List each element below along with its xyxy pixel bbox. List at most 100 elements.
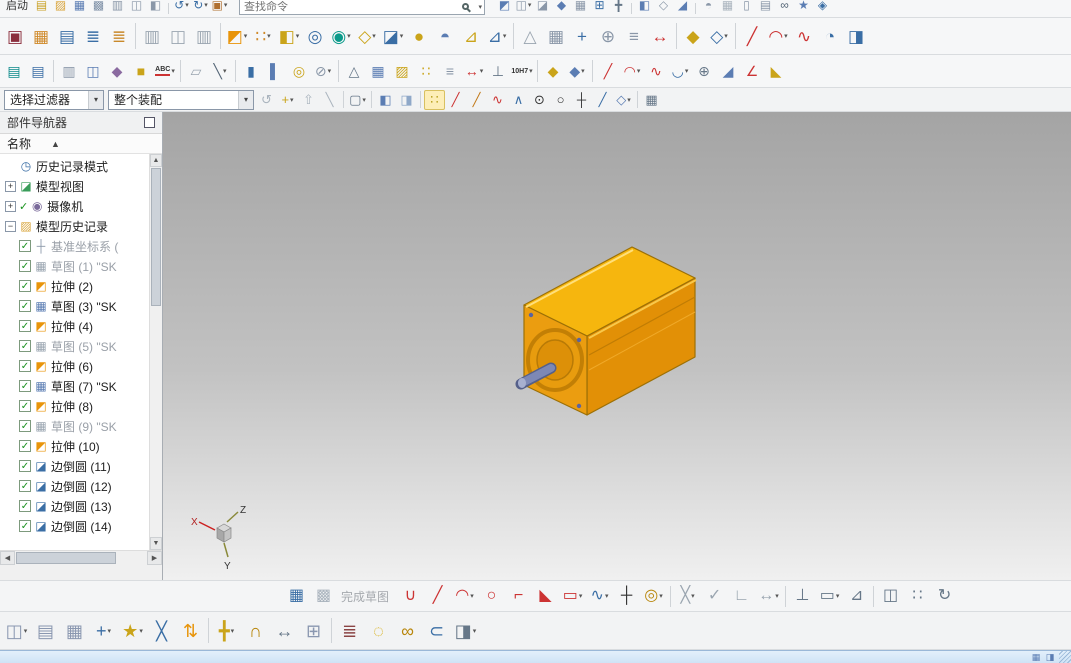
polyline-icon[interactable]: ∿: [644, 59, 668, 83]
cylinder-icon[interactable]: ●: [406, 23, 432, 49]
feature-checkbox[interactable]: [19, 460, 31, 472]
plane-gray-icon[interactable]: ▱: [184, 59, 208, 83]
layers-gold-icon[interactable]: ≣: [106, 23, 132, 49]
name-column-label[interactable]: 名称: [7, 135, 31, 152]
chevron-down-icon[interactable]: [685, 67, 689, 75]
feature-checkbox[interactable]: [19, 520, 31, 532]
tree-item-cameras[interactable]: + ◉ 摄像机: [3, 196, 149, 216]
motor-model[interactable]: [515, 246, 697, 416]
surface-blue-icon[interactable]: ◨: [843, 23, 869, 49]
spline-curve-icon[interactable]: ∿: [791, 23, 817, 49]
chevron-down-icon[interactable]: [503, 32, 507, 40]
gold-box-icon[interactable]: ■: [129, 59, 153, 83]
paste-icon[interactable]: ◧: [146, 0, 165, 15]
gears-icon[interactable]: ∷: [414, 59, 438, 83]
refresh-selection-icon[interactable]: ↺: [256, 90, 277, 110]
feature-checkbox[interactable]: [19, 440, 31, 452]
tree-item-sketch-1[interactable]: ▦ 草图 (1) "SK: [3, 256, 149, 276]
marquee-select-icon[interactable]: ▢: [347, 90, 368, 110]
feature-checkbox[interactable]: [19, 400, 31, 412]
find-component-icon[interactable]: ▦: [60, 616, 89, 646]
translucent-cube-icon[interactable]: ◨: [396, 90, 417, 110]
window-icon[interactable]: ◫: [514, 0, 533, 15]
rib-icon[interactable]: ⊿: [458, 23, 484, 49]
notes-icon[interactable]: ▤: [756, 0, 775, 15]
measure-distance-icon[interactable]: ↔: [647, 23, 673, 49]
chevron-down-icon[interactable]: [480, 67, 484, 75]
preferences-icon[interactable]: ★: [794, 0, 813, 15]
emboss-icon[interactable]: ⊕: [595, 23, 621, 49]
chevron-down-icon[interactable]: [637, 67, 641, 75]
chevron-down-icon[interactable]: [108, 627, 112, 635]
chevron-down-icon[interactable]: [204, 1, 208, 9]
horizontal-scrollbar[interactable]: ◀ ▶: [0, 550, 162, 565]
feature-checkbox[interactable]: [19, 500, 31, 512]
feature-checkbox[interactable]: [19, 340, 31, 352]
macro-film-icon[interactable]: ▥: [139, 23, 165, 49]
snap-arc-center-icon[interactable]: ⊙: [529, 90, 550, 110]
feature-checkbox[interactable]: [19, 240, 31, 252]
tree-item-sketch-5[interactable]: ▦ 草图 (5) "SK: [3, 336, 149, 356]
wave-geometry-icon[interactable]: ◫: [81, 59, 105, 83]
help-icon[interactable]: ◈: [813, 0, 832, 15]
chevron-down-icon[interactable]: [775, 592, 779, 600]
feature-checkbox[interactable]: [19, 260, 31, 272]
shield-icon[interactable]: ◆: [105, 59, 129, 83]
pane-toggle-icon[interactable]: ◨: [1043, 652, 1057, 663]
new-component-icon[interactable]: ★: [118, 616, 147, 646]
books-teal-icon[interactable]: ▤: [2, 59, 26, 83]
show-constraints-icon[interactable]: ⊿: [843, 583, 870, 609]
visualization-icon[interactable]: ∞: [775, 0, 794, 15]
block-icon[interactable]: ◪: [380, 23, 406, 49]
feature-checkbox[interactable]: [19, 320, 31, 332]
chevron-down-icon[interactable]: [836, 592, 840, 600]
sketch-task-icon[interactable]: ▦: [283, 583, 310, 609]
repeat-command-icon[interactable]: ▣: [210, 0, 229, 15]
rapid-dimension-icon[interactable]: ↔: [755, 583, 782, 609]
view-cube-icon[interactable]: ◆: [552, 0, 571, 15]
chevron-down-icon[interactable]: [627, 96, 631, 104]
unite-icon[interactable]: ◧: [276, 23, 302, 49]
grid-snap-status-icon[interactable]: ▦: [1029, 652, 1043, 663]
arc-icon[interactable]: ◠: [451, 583, 478, 609]
mirror-assembly-icon[interactable]: ⇅: [176, 616, 205, 646]
line-icon[interactable]: ╱: [424, 583, 451, 609]
move-component-icon[interactable]: ╋: [212, 616, 241, 646]
extrude-icon[interactable]: ◩: [224, 23, 250, 49]
tree-item-sketch-7[interactable]: ▦ 草图 (7) "SK: [3, 376, 149, 396]
chevron-down-icon[interactable]: [267, 32, 271, 40]
doc-lines-icon[interactable]: ≡: [438, 59, 462, 83]
search-caret-icon[interactable]: [478, 3, 482, 11]
chevron-down-icon[interactable]: [328, 67, 332, 75]
search-icon[interactable]: [462, 3, 470, 10]
snap-on-face-icon[interactable]: ◇: [613, 90, 634, 110]
finish-sketch-flag-icon[interactable]: ▩: [310, 583, 337, 609]
quick-extend-icon[interactable]: ✓: [701, 583, 728, 609]
auto-constrain-icon[interactable]: ▭: [816, 583, 843, 609]
assembly-cabinet-icon[interactable]: ▦: [28, 23, 54, 49]
shaded-cube-icon[interactable]: ◧: [375, 90, 396, 110]
shell-icon[interactable]: ▦: [543, 23, 569, 49]
component-cabinet-icon[interactable]: ▤: [31, 616, 60, 646]
print-icon[interactable]: ▥: [108, 0, 127, 15]
swoosh-icon[interactable]: ◢: [716, 59, 740, 83]
shaded-view-icon[interactable]: ◧: [635, 0, 654, 15]
snap-control-point-icon[interactable]: ∧: [508, 90, 529, 110]
tree-item-sketch-9[interactable]: ▦ 草图 (9) "SK: [3, 416, 149, 436]
tree-item-extrude-2[interactable]: ◩ 拉伸 (2): [3, 276, 149, 296]
chevron-down-icon[interactable]: [724, 32, 728, 40]
tree-item-history-mode[interactable]: ◷ 历史记录模式: [3, 156, 149, 176]
selection-scope-combo[interactable]: 整个装配: [108, 89, 254, 110]
scroll-up-arrow[interactable]: ▲: [150, 154, 162, 167]
scroll-left-arrow[interactable]: ◀: [0, 551, 15, 565]
cubes-gold-icon[interactable]: ◆: [541, 59, 565, 83]
feature-checkbox[interactable]: [19, 280, 31, 292]
pattern-component-icon[interactable]: ╳: [147, 616, 176, 646]
tree-item-edge-blend-12[interactable]: ◪ 边倒圆 (12): [3, 476, 149, 496]
wireframe-view-icon[interactable]: ◇: [654, 0, 673, 15]
chevron-down-icon[interactable]: [347, 32, 351, 40]
add-component-icon[interactable]: +: [89, 616, 118, 646]
profile-icon[interactable]: ∪: [397, 583, 424, 609]
remember-constraints-icon[interactable]: ≣: [335, 616, 364, 646]
chevron-down-icon[interactable]: [296, 32, 300, 40]
